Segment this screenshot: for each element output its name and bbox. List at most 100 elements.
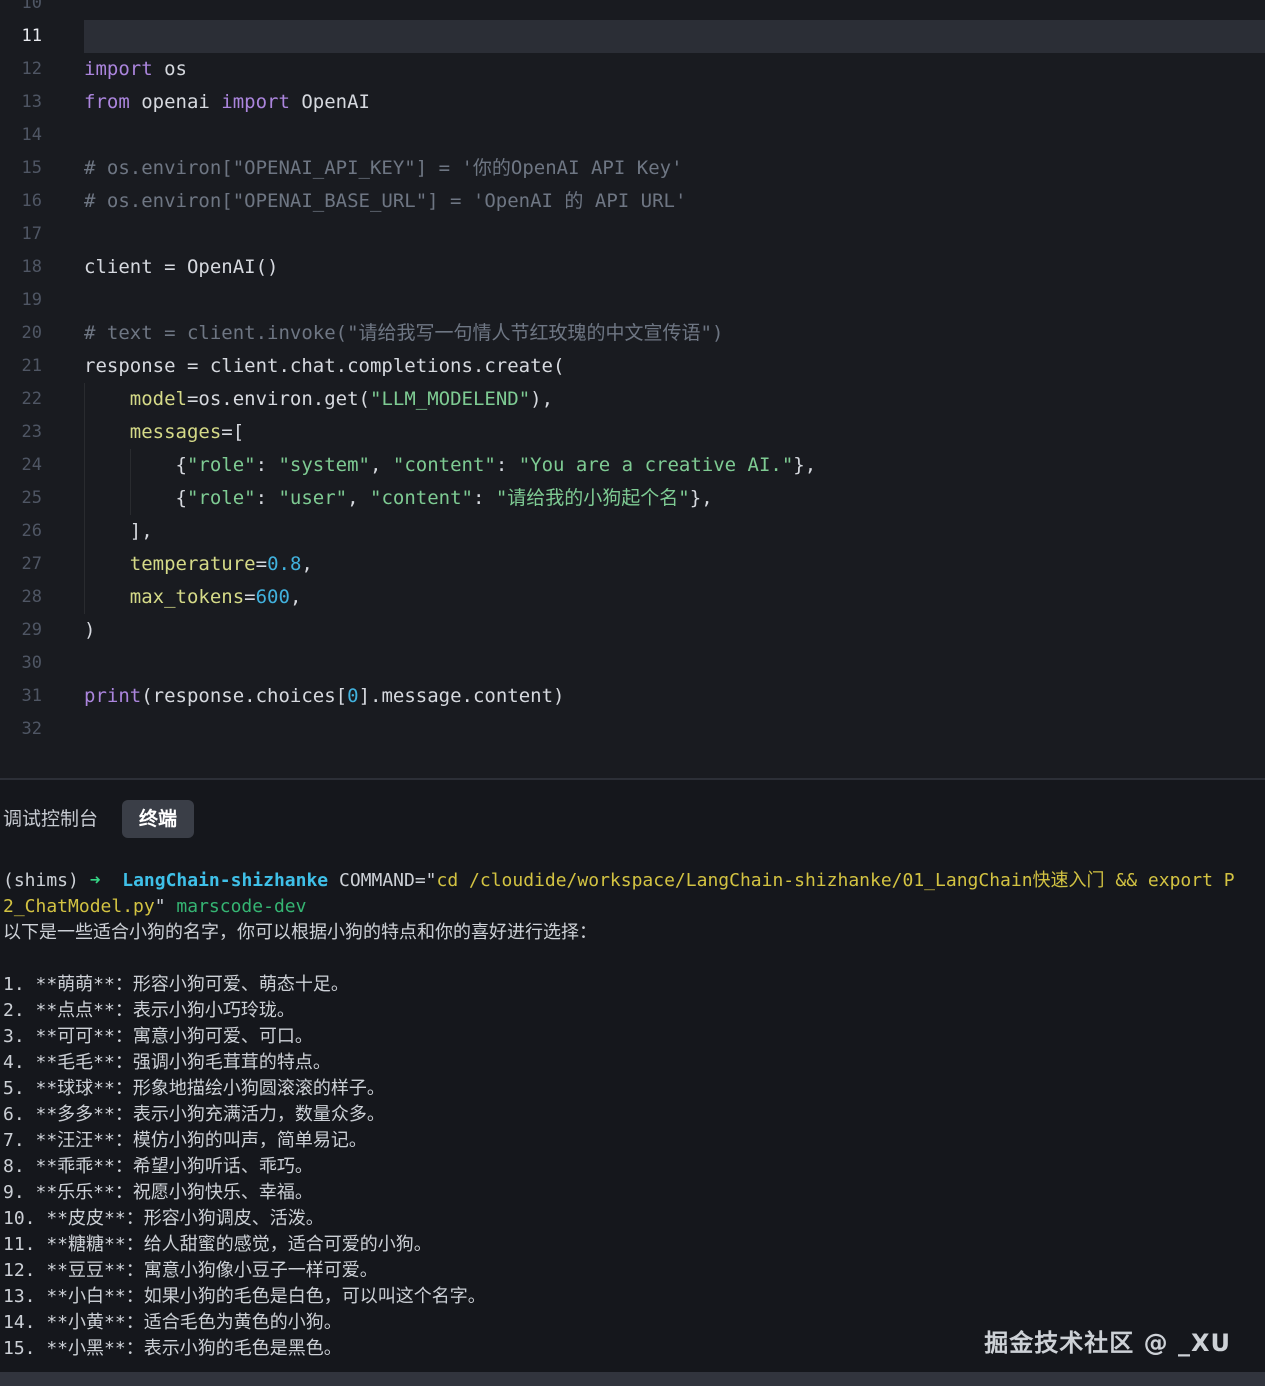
terminal-output[interactable]: (shims) ➜ LangChain-shizhanke COMMAND="c… <box>0 868 1265 1362</box>
code-line[interactable]: 27 temperature=0.8, <box>0 548 1265 581</box>
code-line-content <box>84 119 1265 152</box>
line-number: 10 <box>0 0 84 20</box>
code-line[interactable]: 10 <box>0 0 1265 20</box>
code-line[interactable]: 32 <box>0 713 1265 746</box>
code-line[interactable]: 31print(response.choices[0].message.cont… <box>0 680 1265 713</box>
code-line-content: {"role": "system", "content": "You are a… <box>84 449 1265 482</box>
terminal-output-line: 9. **乐乐**：祝愿小狗快乐、幸福。 <box>3 1180 1265 1206</box>
code-line-content <box>84 0 1265 20</box>
terminal-output-line: 7. **汪汪**：模仿小狗的叫声，简单易记。 <box>3 1128 1265 1154</box>
code-line[interactable]: 13from openai import OpenAI <box>0 86 1265 119</box>
line-number: 19 <box>0 284 84 317</box>
code-line[interactable]: 17 <box>0 218 1265 251</box>
code-lines: 101112import os13from openai import Open… <box>0 0 1265 746</box>
indent-guide <box>84 416 85 449</box>
terminal-output-line: 8. **乖乖**：希望小狗听话、乖巧。 <box>3 1154 1265 1180</box>
code-line-content: temperature=0.8, <box>84 548 1265 581</box>
code-line-content <box>84 284 1265 317</box>
terminal-output-line: 5. **球球**：形象地描绘小狗圆滚滚的样子。 <box>3 1076 1265 1102</box>
code-line-content: # os.environ["OPENAI_API_KEY"] = '你的Open… <box>84 152 1265 185</box>
code-line[interactable]: 15# os.environ["OPENAI_API_KEY"] = '你的Op… <box>0 152 1265 185</box>
code-line[interactable]: 25 {"role": "user", "content": "请给我的小狗起个… <box>0 482 1265 515</box>
indent-guide <box>84 515 85 548</box>
code-line[interactable]: 30 <box>0 647 1265 680</box>
indent-guide <box>130 449 131 482</box>
code-line-content: # os.environ["OPENAI_BASE_URL"] = 'OpenA… <box>84 185 1265 218</box>
line-number: 20 <box>0 317 84 350</box>
terminal-output-line: 以下是一些适合小狗的名字，你可以根据小狗的特点和你的喜好进行选择： <box>3 920 1265 946</box>
line-number: 27 <box>0 548 84 581</box>
code-line[interactable]: 23 messages=[ <box>0 416 1265 449</box>
line-number: 21 <box>0 350 84 383</box>
code-line[interactable]: 12import os <box>0 53 1265 86</box>
terminal-output-line: 10. **皮皮**：形容小狗调皮、活泼。 <box>3 1206 1265 1232</box>
terminal-prompt-line: (shims) ➜ LangChain-shizhanke COMMAND="c… <box>3 868 1265 894</box>
line-number: 13 <box>0 86 84 119</box>
terminal-output-line: 11. **糖糖**：给人甜蜜的感觉，适合可爱的小狗。 <box>3 1232 1265 1258</box>
code-line-content <box>84 218 1265 251</box>
code-line-content: messages=[ <box>84 416 1265 449</box>
terminal-output-line: 4. **毛毛**：强调小狗毛茸茸的特点。 <box>3 1050 1265 1076</box>
code-line[interactable]: 21response = client.chat.completions.cre… <box>0 350 1265 383</box>
line-number: 28 <box>0 581 84 614</box>
line-number: 17 <box>0 218 84 251</box>
line-number: 16 <box>0 185 84 218</box>
indent-guide <box>84 449 85 482</box>
indent-guide <box>84 548 85 581</box>
line-number: 25 <box>0 482 84 515</box>
terminal-output-line: 1. **萌萌**：形容小狗可爱、萌态十足。 <box>3 972 1265 998</box>
indent-guide <box>84 383 85 416</box>
code-line-content: print(response.choices[0].message.conten… <box>84 680 1265 713</box>
code-line-content: ) <box>84 614 1265 647</box>
code-line-content: {"role": "user", "content": "请给我的小狗起个名"}… <box>84 482 1265 515</box>
line-number: 18 <box>0 251 84 284</box>
code-line-content <box>84 647 1265 680</box>
terminal-output-line <box>3 946 1265 972</box>
code-line-content <box>84 20 1265 53</box>
terminal-output-line: 6. **多多**：表示小狗充满活力，数量众多。 <box>3 1102 1265 1128</box>
panel-bottom-scrollbar[interactable] <box>0 1372 1265 1386</box>
line-number: 29 <box>0 614 84 647</box>
code-line[interactable]: 28 max_tokens=600, <box>0 581 1265 614</box>
code-line-content <box>84 713 1265 746</box>
code-line[interactable]: 20# text = client.invoke("请给我写一句情人节红玫瑰的中… <box>0 317 1265 350</box>
line-number: 26 <box>0 515 84 548</box>
tab-terminal[interactable]: 终端 <box>122 800 194 838</box>
code-line[interactable]: 19 <box>0 284 1265 317</box>
line-number: 24 <box>0 449 84 482</box>
tab-debug-console[interactable]: 调试控制台 <box>3 808 98 830</box>
indent-guide <box>84 581 85 614</box>
terminal-output-line: 2. **点点**：表示小狗小巧玲珑。 <box>3 998 1265 1024</box>
code-line-content: # text = client.invoke("请给我写一句情人节红玫瑰的中文宣… <box>84 317 1265 350</box>
terminal-prompt-line: 2_ChatModel.py" marscode-dev <box>3 894 1265 920</box>
line-number: 31 <box>0 680 84 713</box>
line-number: 12 <box>0 53 84 86</box>
code-line-content: max_tokens=600, <box>84 581 1265 614</box>
code-line-content: import os <box>84 53 1265 86</box>
line-number: 32 <box>0 713 84 746</box>
code-line[interactable]: 26 ], <box>0 515 1265 548</box>
terminal-output-line: 3. **可可**：寓意小狗可爱、可口。 <box>3 1024 1265 1050</box>
code-line[interactable]: 14 <box>0 119 1265 152</box>
code-line[interactable]: 16# os.environ["OPENAI_BASE_URL"] = 'Ope… <box>0 185 1265 218</box>
code-line[interactable]: 24 {"role": "system", "content": "You ar… <box>0 449 1265 482</box>
indent-guide <box>130 482 131 515</box>
code-line[interactable]: 18client = OpenAI() <box>0 251 1265 284</box>
line-number: 23 <box>0 416 84 449</box>
line-number: 14 <box>0 119 84 152</box>
code-line[interactable]: 22 model=os.environ.get("LLM_MODELEND"), <box>0 383 1265 416</box>
line-number: 22 <box>0 383 84 416</box>
indent-guide <box>84 482 85 515</box>
line-number: 11 <box>0 20 84 53</box>
code-line-content: client = OpenAI() <box>84 251 1265 284</box>
code-line-content: response = client.chat.completions.creat… <box>84 350 1265 383</box>
code-editor[interactable]: 101112import os13from openai import Open… <box>0 0 1265 778</box>
code-line-content: model=os.environ.get("LLM_MODELEND"), <box>84 383 1265 416</box>
bottom-panel: 调试控制台 终端 (shims) ➜ LangChain-shizhanke C… <box>0 780 1265 1386</box>
line-number: 15 <box>0 152 84 185</box>
code-line[interactable]: 29) <box>0 614 1265 647</box>
code-line-content: from openai import OpenAI <box>84 86 1265 119</box>
line-number: 30 <box>0 647 84 680</box>
watermark: 掘金技术社区 @ _XU <box>984 1323 1231 1358</box>
code-line[interactable]: 11 <box>0 20 1265 53</box>
